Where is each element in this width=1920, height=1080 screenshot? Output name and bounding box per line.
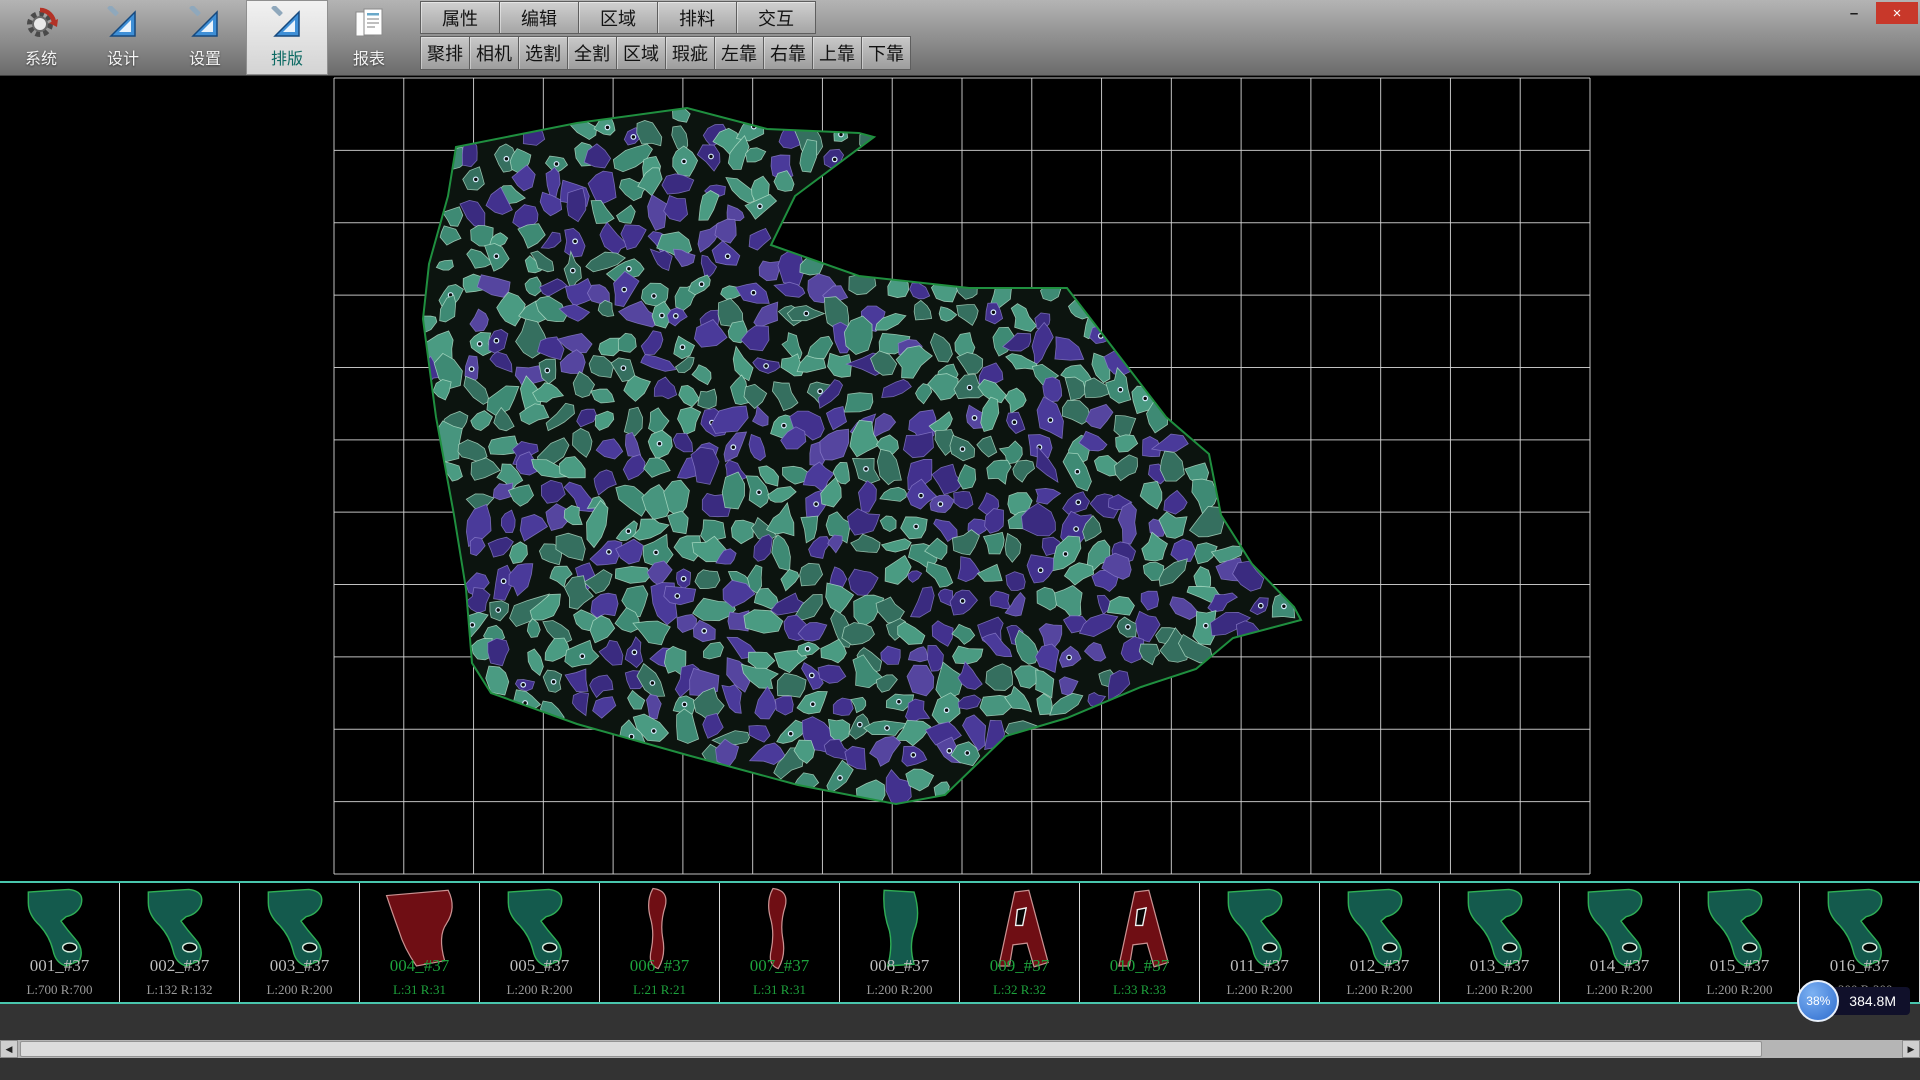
tool-button[interactable]: 下靠	[861, 36, 911, 70]
piece-thumbnail[interactable]: 006_#37 L:21 R:21	[600, 883, 720, 1002]
app-window: 系统 设计 设置 排版 报表	[0, 0, 1920, 1080]
piece-id: 011_#37	[1200, 956, 1319, 976]
nav-button-label: 系统	[25, 45, 57, 69]
menu-tab-row: 属性 编辑 区域 排料 交互	[420, 1, 910, 34]
piece-id: 013_#37	[1440, 956, 1559, 976]
menu-tab[interactable]: 属性	[420, 1, 500, 34]
tool-button[interactable]: 瑕疵	[665, 36, 715, 70]
piece-lr-count: L:200 R:200	[240, 982, 359, 998]
nav-button-label: 排版	[271, 45, 303, 69]
title-toolbar: 系统 设计 设置 排版 报表	[0, 0, 1920, 76]
piece-id: 008_#37	[840, 956, 959, 976]
piece-thumbnail[interactable]: 002_#37 L:132 R:132	[120, 883, 240, 1002]
piece-thumbnail[interactable]: 007_#37 L:31 R:31	[720, 883, 840, 1002]
tool-button[interactable]: 相机	[469, 36, 519, 70]
piece-thumbnail[interactable]: 005_#37 L:200 R:200	[480, 883, 600, 1002]
memory-usage-label: 384.8M	[1831, 987, 1910, 1015]
piece-lr-count: L:200 R:200	[1200, 982, 1319, 998]
tool-button[interactable]: 聚排	[420, 36, 470, 70]
pieces-strip: 001_#37 L:700 R:700 002_#37 L:132 R:132 …	[0, 881, 1920, 1004]
piece-lr-count: L:32 R:32	[960, 982, 1079, 998]
settings-icon	[187, 6, 223, 42]
piece-lr-count: L:700 R:700	[0, 982, 119, 998]
window-controls: – ×	[1833, 2, 1918, 24]
nav-button-label: 设计	[107, 45, 139, 69]
piece-thumbnail[interactable]: 014_#37 L:200 R:200	[1560, 883, 1680, 1002]
scrollbar-track[interactable]	[18, 1040, 1902, 1058]
nav-button[interactable]: 设置	[164, 0, 246, 75]
piece-lr-count: L:132 R:132	[120, 982, 239, 998]
tool-button[interactable]: 选割	[518, 36, 568, 70]
piece-id: 001_#37	[0, 956, 119, 976]
piece-thumbnail[interactable]: 003_#37 L:200 R:200	[240, 883, 360, 1002]
piece-thumbnail[interactable]: 011_#37 L:200 R:200	[1200, 883, 1320, 1002]
piece-id: 014_#37	[1560, 956, 1679, 976]
piece-thumbnail[interactable]: 004_#37 L:31 R:31	[360, 883, 480, 1002]
scroll-right-button[interactable]: ▶	[1902, 1040, 1920, 1058]
nav-button[interactable]: 报表	[328, 0, 410, 75]
piece-thumbnail[interactable]: 012_#37 L:200 R:200	[1320, 883, 1440, 1002]
tool-button[interactable]: 上靠	[812, 36, 862, 70]
piece-thumbnail[interactable]: 009_#37 L:32 R:32	[960, 883, 1080, 1002]
tool-button[interactable]: 区域	[616, 36, 666, 70]
piece-thumbnail[interactable]: 010_#37 L:33 R:33	[1080, 883, 1200, 1002]
close-button[interactable]: ×	[1876, 2, 1918, 24]
memory-status-badge: 38% 384.8M	[1797, 980, 1910, 1022]
piece-thumbnail[interactable]: 001_#37 L:700 R:700	[0, 883, 120, 1002]
nav-button-label: 设置	[189, 45, 221, 69]
nav-button-label: 报表	[353, 45, 385, 69]
menu-tab[interactable]: 交互	[736, 1, 816, 34]
piece-thumbnail[interactable]: 008_#37 L:200 R:200	[840, 883, 960, 1002]
piece-lr-count: L:31 R:31	[360, 982, 479, 998]
piece-lr-count: L:31 R:31	[720, 982, 839, 998]
piece-id: 007_#37	[720, 956, 839, 976]
piece-id: 006_#37	[600, 956, 719, 976]
gear-icon	[23, 6, 59, 42]
piece-lr-count: L:200 R:200	[1440, 982, 1559, 998]
progress-percent-badge: 38%	[1797, 980, 1839, 1022]
bottom-bar: ◀ ▶	[0, 1004, 1920, 1080]
nav-button[interactable]: 设计	[82, 0, 164, 75]
piece-thumbnail[interactable]: 015_#37 L:200 R:200	[1680, 883, 1800, 1002]
horizontal-scrollbar[interactable]: ◀ ▶	[0, 1040, 1920, 1058]
piece-lr-count: L:200 R:200	[1560, 982, 1679, 998]
nav-button[interactable]: 排版	[246, 0, 328, 75]
piece-id: 016_#37	[1800, 956, 1919, 976]
scrollbar-thumb[interactable]	[20, 1041, 1762, 1057]
piece-lr-count: L:200 R:200	[1680, 982, 1799, 998]
piece-lr-count: L:200 R:200	[480, 982, 599, 998]
piece-id: 004_#37	[360, 956, 479, 976]
design-icon	[105, 6, 141, 42]
minimize-button[interactable]: –	[1833, 2, 1875, 24]
piece-lr-count: L:33 R:33	[1080, 982, 1199, 998]
menu-stack: 属性 编辑 区域 排料 交互 聚排 相机 选割 全	[420, 0, 910, 70]
piece-id: 002_#37	[120, 956, 239, 976]
scroll-left-button[interactable]: ◀	[0, 1040, 18, 1058]
main-nav: 系统 设计 设置 排版 报表	[0, 0, 410, 75]
piece-id: 003_#37	[240, 956, 359, 976]
piece-lr-count: L:200 R:200	[840, 982, 959, 998]
nav-button[interactable]: 系统	[0, 0, 82, 75]
piece-id: 005_#37	[480, 956, 599, 976]
report-icon	[351, 6, 387, 42]
piece-id: 009_#37	[960, 956, 1079, 976]
piece-id: 010_#37	[1080, 956, 1199, 976]
piece-lr-count: L:200 R:200	[1320, 982, 1439, 998]
piece-id: 015_#37	[1680, 956, 1799, 976]
piece-lr-count: L:21 R:21	[600, 982, 719, 998]
tool-button[interactable]: 左靠	[714, 36, 764, 70]
nesting-canvas[interactable]	[0, 76, 1920, 881]
layout-icon	[269, 6, 305, 42]
menu-tab[interactable]: 排料	[657, 1, 737, 34]
piece-thumbnail[interactable]: 013_#37 L:200 R:200	[1440, 883, 1560, 1002]
tool-button[interactable]: 全割	[567, 36, 617, 70]
tool-button-row: 聚排 相机 选割 全割 区域 瑕疵 左靠 右靠 上靠 下靠	[420, 36, 910, 70]
piece-id: 012_#37	[1320, 956, 1439, 976]
nesting-canvas-svg[interactable]	[0, 76, 1920, 881]
menu-tab[interactable]: 区域	[578, 1, 658, 34]
menu-tab[interactable]: 编辑	[499, 1, 579, 34]
tool-button[interactable]: 右靠	[763, 36, 813, 70]
